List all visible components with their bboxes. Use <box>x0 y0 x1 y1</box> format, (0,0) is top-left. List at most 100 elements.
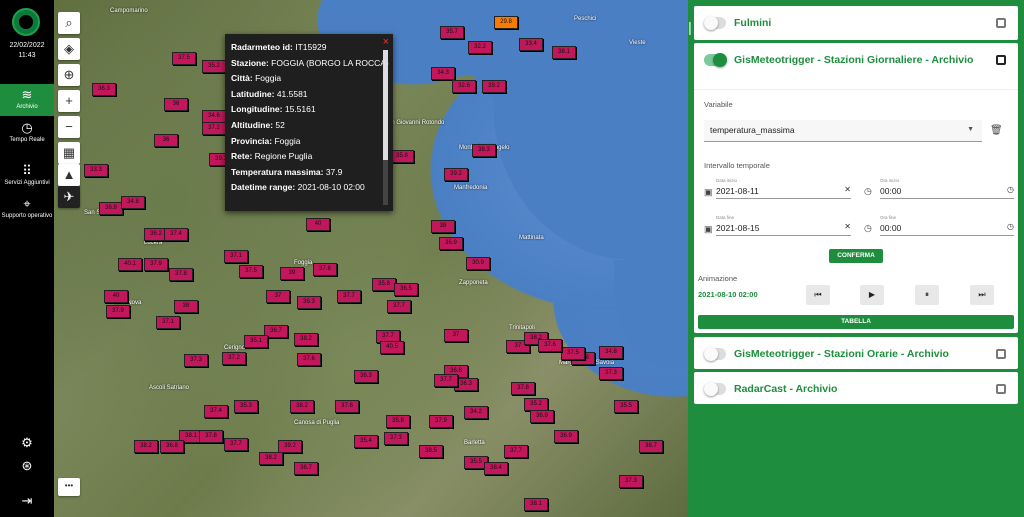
layer-info-icon[interactable] <box>996 349 1006 359</box>
variable-select[interactable]: temperatura_massima ▼ <box>704 120 982 142</box>
pause-button[interactable]: ⏸ <box>915 285 939 305</box>
station-marker[interactable]: 32.6 <box>452 80 476 93</box>
satellite-button[interactable]: ✈ <box>58 186 80 208</box>
station-marker[interactable]: 37.2 <box>222 352 246 365</box>
end-time-field[interactable]: Ora fine 00:00 ◷ <box>880 215 1014 236</box>
station-marker[interactable]: 36 <box>164 98 188 111</box>
tooltip-scrollbar[interactable] <box>383 50 388 205</box>
station-marker[interactable]: 37.7 <box>504 445 528 458</box>
logout-button[interactable]: ⇥ <box>0 490 54 510</box>
station-marker[interactable]: 38.1 <box>524 498 548 511</box>
start-time-field[interactable]: Ora inizio 00:00 ◷ <box>880 178 1014 199</box>
station-marker[interactable]: 37.7 <box>434 374 458 387</box>
station-marker[interactable]: 36.9 <box>554 430 578 443</box>
station-marker[interactable]: 37.5 <box>561 347 585 360</box>
station-marker[interactable]: 38.7 <box>639 440 663 453</box>
settings-button[interactable]: ⚙ <box>0 432 54 452</box>
station-marker[interactable]: 34.3 <box>431 67 455 80</box>
station-marker[interactable]: 37.3 <box>184 354 208 367</box>
layer-info-icon[interactable] <box>996 384 1006 394</box>
station-marker[interactable]: 37.6 <box>335 400 359 413</box>
station-marker[interactable]: 38 <box>431 220 455 233</box>
station-marker[interactable]: 34.2 <box>464 406 488 419</box>
station-marker[interactable]: 36.9 <box>530 410 554 423</box>
station-marker[interactable]: 37.3 <box>599 367 623 380</box>
station-marker[interactable]: 38.3 <box>472 144 496 157</box>
table-button[interactable]: TABELLA <box>698 315 1014 329</box>
station-marker[interactable]: 39.2 <box>482 80 506 93</box>
station-marker[interactable]: 35.4 <box>354 435 378 448</box>
station-marker[interactable]: 37.5 <box>172 52 196 65</box>
map-view-button[interactable]: ▦ <box>58 142 80 164</box>
close-icon[interactable]: × <box>383 36 389 48</box>
station-marker[interactable]: 38 <box>174 300 198 313</box>
sidebar-item-archivio[interactable]: ≋ Archivio <box>0 84 54 116</box>
station-marker[interactable]: 37.4 <box>164 228 188 241</box>
confirm-button[interactable]: CONFERMA <box>829 249 883 263</box>
station-marker[interactable]: 37.9 <box>429 415 453 428</box>
station-marker[interactable]: 37.9 <box>144 258 168 271</box>
station-marker[interactable]: 37.3 <box>384 432 408 445</box>
locate-button[interactable]: ⊕ <box>58 64 80 86</box>
station-marker[interactable]: 40 <box>306 218 330 231</box>
layer-toggle-stazioni-giornaliere[interactable] <box>704 53 727 67</box>
station-marker[interactable]: 37.7 <box>387 300 411 313</box>
station-marker[interactable]: 38.2 <box>290 400 314 413</box>
clear-icon[interactable]: ✕ <box>844 222 851 231</box>
zoom-out-button[interactable]: − <box>58 116 80 138</box>
terrain-button[interactable]: ▲ <box>58 164 80 186</box>
station-marker[interactable]: 37.8 <box>313 263 337 276</box>
station-marker[interactable]: 37 <box>266 290 290 303</box>
station-marker[interactable]: 35.8 <box>386 415 410 428</box>
layer-toggle-radarcast[interactable] <box>704 382 726 396</box>
station-marker[interactable]: 38.4 <box>484 462 508 475</box>
station-marker[interactable]: 33.4 <box>519 38 543 51</box>
station-marker[interactable]: 37.7 <box>337 290 361 303</box>
clock-icon[interactable]: ◷ <box>1007 222 1014 231</box>
station-marker[interactable]: 37.8 <box>199 430 223 443</box>
station-marker[interactable]: 37.3 <box>619 475 643 488</box>
zoom-in-button[interactable]: + <box>58 90 80 112</box>
station-marker[interactable]: 37.7 <box>224 438 248 451</box>
station-marker[interactable]: 33.3 <box>84 164 108 177</box>
station-marker[interactable]: 37 <box>444 329 468 342</box>
station-marker[interactable]: 37.1 <box>224 250 248 263</box>
station-marker[interactable]: 39.2 <box>444 168 468 181</box>
layer-toggle-fulmini[interactable] <box>704 16 726 30</box>
station-marker[interactable]: 37.1 <box>156 316 180 329</box>
station-marker[interactable]: 37.5 <box>239 265 263 278</box>
station-marker[interactable]: 38.1 <box>552 46 576 59</box>
station-marker[interactable]: 36.3 <box>354 370 378 383</box>
station-marker[interactable]: 29.8 <box>494 16 518 29</box>
station-marker[interactable]: 36.3 <box>92 83 116 96</box>
station-marker[interactable]: 38.2 <box>134 440 158 453</box>
station-marker[interactable]: 37.6 <box>538 339 562 352</box>
station-marker[interactable]: 37.8 <box>169 268 193 281</box>
layer-info-icon[interactable] <box>996 18 1006 28</box>
sidebar-item-supporto-operativo[interactable]: ⌖ Supporto operativo <box>0 193 54 225</box>
station-marker[interactable]: 37.8 <box>511 382 535 395</box>
station-marker[interactable]: 37.9 <box>106 305 130 318</box>
sidebar-item-tempo-reale[interactable]: ◷ Tempo Reale <box>0 117 54 149</box>
layer-info-icon[interactable] <box>996 55 1006 65</box>
station-marker[interactable]: 37.2 <box>202 122 226 135</box>
station-marker[interactable]: 35.7 <box>440 26 464 39</box>
station-marker[interactable]: 39 <box>280 267 304 280</box>
station-marker[interactable]: 35.8 <box>390 150 414 163</box>
clear-icon[interactable]: ✕ <box>844 185 851 194</box>
station-marker[interactable]: 35.3 <box>234 400 258 413</box>
station-marker[interactable]: 34.8 <box>121 196 145 209</box>
station-marker[interactable]: 36 <box>154 134 178 147</box>
layer-toggle-stazioni-orarie[interactable] <box>704 347 726 361</box>
station-marker[interactable]: 36.5 <box>394 283 418 296</box>
more-options-button[interactable]: ••• <box>58 478 80 496</box>
station-marker[interactable]: 38.2 <box>294 333 318 346</box>
search-button[interactable]: ⌕ <box>58 12 80 34</box>
station-marker[interactable]: 36.8 <box>99 202 123 215</box>
station-marker[interactable]: 35.1 <box>244 335 268 348</box>
station-marker[interactable]: 36.7 <box>294 462 318 475</box>
station-marker[interactable]: 32.2 <box>468 41 492 54</box>
skip-forward-button[interactable]: ⏭ <box>970 285 994 305</box>
station-marker[interactable]: 36.3 <box>297 296 321 309</box>
station-marker[interactable]: 34.8 <box>599 346 623 359</box>
